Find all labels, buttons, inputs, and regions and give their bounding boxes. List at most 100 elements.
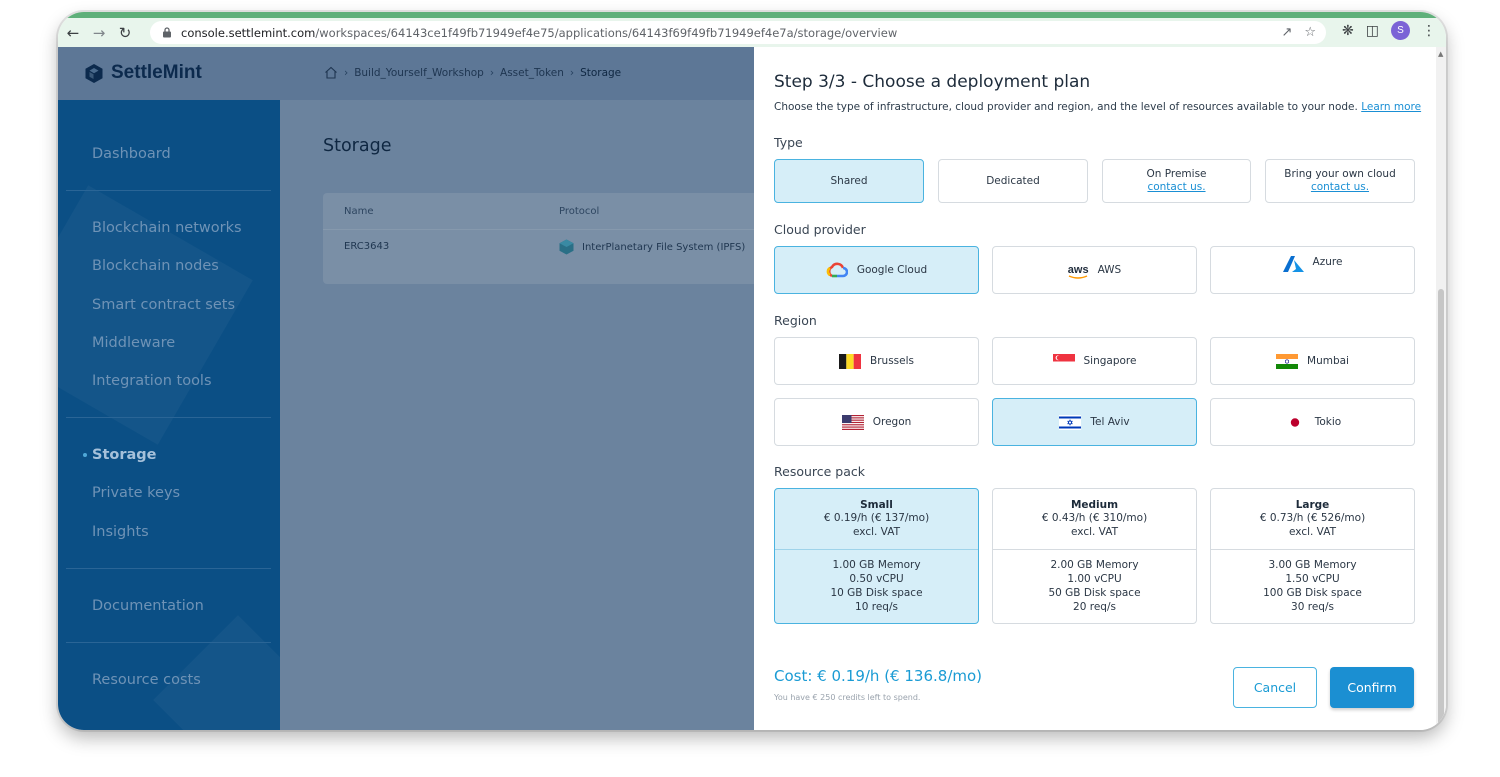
belgium-flag-icon [839,353,862,369]
israel-flag-icon [1059,414,1082,430]
sidebar-item-middleware[interactable]: Middleware [92,335,175,351]
settlemint-cube-icon [85,63,103,83]
table-cell-name[interactable]: ERC3643 [344,241,389,252]
google-cloud-label: Google Cloud [856,264,928,276]
sidebar-item-smart-contract-sets[interactable]: Smart contract sets [92,297,235,313]
type-option-own-cloud: Bring your own cloud contact us. [1265,159,1415,203]
panel-title: Step 3/3 - Choose a deployment plan [774,72,1091,92]
google-cloud-icon [826,262,848,278]
pack-medium-price: € 0.43/h (€ 310/mo) [1041,512,1148,524]
table-divider [323,229,763,230]
browser-menu-icon[interactable]: ⋮ [1422,23,1436,39]
credits-remaining: You have € 250 credits left to spend. [774,693,921,702]
type-option-dedicated[interactable]: Dedicated [938,159,1088,203]
tokio-label: Tokio [1314,416,1342,428]
panel-scrollbar[interactable]: ▲ [1436,47,1446,730]
address-bar[interactable]: console.settlemint.com/workspaces/64143c… [150,21,1326,44]
resource-pack-label: Resource pack [774,464,866,479]
india-flag-icon [1276,353,1299,369]
ipfs-icon [559,239,574,255]
side-panel-icon[interactable]: ◫ [1366,23,1379,39]
share-icon[interactable]: ↗ [1281,25,1292,40]
provider-option-aws[interactable]: aws AWS [992,246,1197,294]
home-icon[interactable] [324,66,338,79]
sidebar-item-insights[interactable]: Insights [92,524,149,540]
pack-large-disk: 100 GB Disk space [1263,587,1362,599]
type-option-shared[interactable]: Shared [774,159,924,203]
region-label: Region [774,313,817,328]
sidebar-item-storage[interactable]: Storage [92,447,157,463]
contact-us-link[interactable]: contact us. [1147,181,1205,194]
breadcrumb-workspace[interactable]: Build_Yourself_Workshop [354,67,484,79]
page-title: Storage [323,136,392,156]
sidebar-divider [66,642,271,643]
breadcrumb-separator: › [344,66,349,79]
region-option-tel-aviv[interactable]: Tel Aviv [992,398,1197,446]
pack-divider [993,549,1196,550]
protocol-label: InterPlanetary File System (IPFS) [582,241,746,253]
cancel-button[interactable]: Cancel [1233,667,1317,708]
confirm-button[interactable]: Confirm [1330,667,1414,708]
lock-icon [163,27,171,38]
table-header-protocol: Protocol [559,206,600,217]
pack-small-disk: 10 GB Disk space [830,587,923,599]
pack-medium-memory: 2.00 GB Memory [1050,559,1139,571]
region-option-tokio[interactable]: Tokio [1210,398,1415,446]
breadcrumb-separator: › [489,66,495,79]
singapore-flag-icon [1052,353,1075,369]
panel-subtitle-text: Choose the type of infrastructure, cloud… [774,101,1358,113]
pack-large-req: 30 req/s [1291,601,1334,613]
provider-option-azure[interactable]: Azure [1210,246,1415,294]
sidebar-item-dashboard[interactable]: Dashboard [92,146,171,162]
sidebar-item-private-keys[interactable]: Private keys [92,485,180,501]
settlemint-logo[interactable]: SettleMint [84,62,202,84]
pack-option-small[interactable]: Small € 0.19/h (€ 137/mo) excl. VAT 1.00… [774,488,979,624]
azure-label: Azure [1312,256,1343,268]
provider-option-google-cloud[interactable]: Google Cloud [774,246,979,294]
panel-subtitle: Choose the type of infrastructure, cloud… [774,101,1421,113]
sidebar-item-documentation[interactable]: Documentation [92,598,204,614]
sidebar-divider [66,417,271,418]
pack-option-medium[interactable]: Medium € 0.43/h (€ 310/mo) excl. VAT 2.0… [992,488,1197,624]
region-option-brussels[interactable]: Brussels [774,337,979,385]
storage-table: Name Protocol ERC3643 InterPlanetary Fil… [323,193,763,284]
aws-smile-icon [1068,275,1088,279]
reload-icon[interactable]: ↻ [114,22,136,44]
breadcrumb-current: Storage [580,66,622,79]
scroll-up-arrow-icon[interactable]: ▲ [1438,50,1443,58]
table-header-name: Name [344,206,374,217]
bookmark-star-icon[interactable]: ☆ [1304,25,1316,40]
extensions-puzzle-icon[interactable]: ❋ [1342,23,1354,39]
profile-avatar[interactable]: S [1391,21,1410,40]
contact-us-link[interactable]: contact us. [1311,181,1369,194]
pack-option-large[interactable]: Large € 0.73/h (€ 526/mo) excl. VAT 3.00… [1210,488,1415,624]
settlemint-app: SettleMint › Build_Yourself_Workshop › A… [58,47,1446,730]
region-option-mumbai[interactable]: Mumbai [1210,337,1415,385]
pack-medium-cpu: 1.00 vCPU [1067,573,1122,585]
azure-icon [1282,256,1304,272]
sidebar-item-integration-tools[interactable]: Integration tools [92,373,212,389]
pack-large-memory: 3.00 GB Memory [1268,559,1357,571]
forward-arrow-icon[interactable]: → [88,22,110,44]
breadcrumb: › Build_Yourself_Workshop › Asset_Token … [324,66,621,79]
pack-small-vat: excl. VAT [853,526,900,538]
sidebar-item-resource-costs[interactable]: Resource costs [92,672,201,688]
region-option-oregon[interactable]: Oregon [774,398,979,446]
type-option-on-premise: On Premise contact us. [1102,159,1251,203]
learn-more-link[interactable]: Learn more [1361,101,1421,113]
pack-small-price: € 0.19/h (€ 137/mo) [823,512,930,524]
sidebar: Dashboard Blockchain networks Blockchain… [58,100,280,730]
pack-large-name: Large [1295,499,1330,511]
region-option-singapore[interactable]: Singapore [992,337,1197,385]
sidebar-item-blockchain-networks[interactable]: Blockchain networks [92,220,242,236]
sidebar-item-blockchain-nodes[interactable]: Blockchain nodes [92,258,219,274]
sidebar-divider [66,190,271,191]
main-content: Storage Name Protocol ERC3643 InterPlane… [280,100,763,730]
sidebar-divider [66,568,271,569]
scrollbar-thumb[interactable] [1438,289,1444,730]
back-arrow-icon[interactable]: ← [62,22,84,44]
url-path: /workspaces/64143ce1f49fb71949ef4e75/app… [315,25,898,40]
breadcrumb-separator: › [569,66,575,79]
pack-divider [775,549,978,550]
breadcrumb-application[interactable]: Asset_Token [500,67,564,79]
